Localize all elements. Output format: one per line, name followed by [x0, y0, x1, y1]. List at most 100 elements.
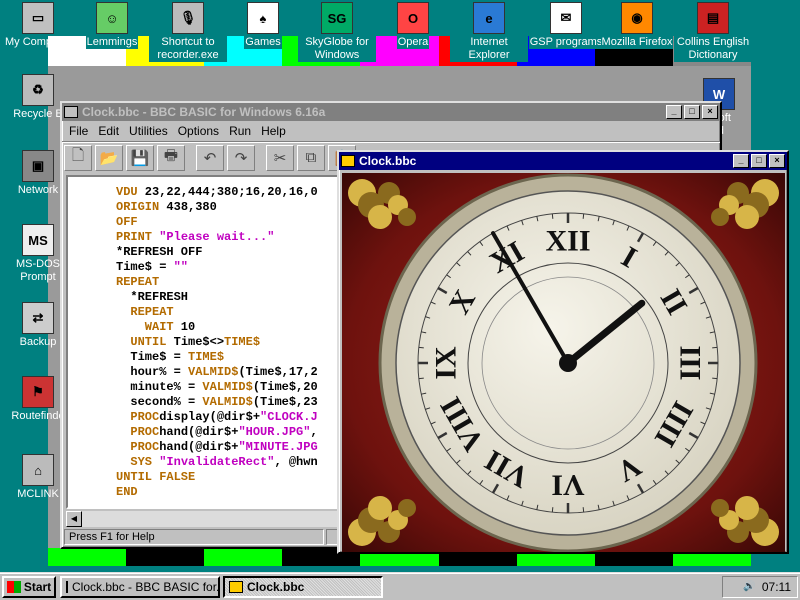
new-button[interactable]: 🗋 [64, 144, 92, 171]
mclink-icon: ⌂ [22, 454, 54, 486]
code-token: REPEAT [116, 305, 174, 319]
menu-edit[interactable]: Edit [93, 124, 124, 138]
menu-file[interactable]: File [64, 124, 93, 138]
minute-tick [712, 377, 718, 380]
minimize-button[interactable]: _ [733, 154, 749, 168]
code-line: ORIGIN 438,380 [116, 200, 318, 215]
desktop-icon-gsp[interactable]: ✉ GSP programs [527, 2, 605, 49]
desktop-icon-skyglobe[interactable]: SG SkyGlobe for Windows [298, 2, 376, 62]
desktop-icon-opera[interactable]: O Opera [374, 2, 452, 49]
menu-help[interactable]: Help [256, 124, 291, 138]
code-line: SYS "InvalidateRect", @hwn [116, 455, 318, 470]
desktop-icon-label: Internet Explorer [450, 36, 528, 62]
desktop-icon-lemmings[interactable]: ☺ Lemmings [73, 2, 151, 49]
tray-clock[interactable]: 07:11 [762, 580, 791, 594]
menu-utilities[interactable]: Utilities [124, 124, 173, 138]
clock-window[interactable]: Clock.bbc _ □ × XII I II III IIII V VI V… [337, 150, 789, 554]
code-token: PROC [116, 440, 160, 454]
minute-tick [582, 507, 585, 513]
brass-ornament [735, 205, 759, 229]
taskbar: Start Clock.bbc - BBC BASIC for... Clock… [0, 572, 800, 600]
save-button[interactable]: 💾 [126, 144, 154, 171]
task-button-clock[interactable]: Clock.bbc [223, 575, 383, 598]
code-line: PROCdisplay(@dir$+"CLOCK.J [116, 410, 317, 425]
desktop-icon-dictionary[interactable]: ▤ Collins English Dictionary [674, 2, 752, 62]
code-token: "" [173, 260, 189, 274]
redo-button[interactable]: ↷ [227, 144, 255, 171]
code-line: VDU 23,22,444;380;16,20,16,0 [116, 185, 318, 200]
new-icon: 🗋 [71, 147, 85, 164]
desktop-icon-computer[interactable]: ▭ My Computer [0, 2, 77, 49]
desktop-icon-label: Shortcut to recorder.exe [149, 36, 227, 62]
bbc-basic-title-bar[interactable]: Clock.bbc - BBC BASIC for Windows 6.16a … [62, 103, 720, 121]
code-token: , [310, 425, 318, 439]
code-token: REPEAT [116, 275, 160, 289]
desktop-icon-internet-explorer[interactable]: e Internet Explorer [450, 2, 528, 62]
copy-button[interactable]: ⧉ [297, 144, 325, 171]
code-line: Time$ = "" [116, 260, 318, 275]
brass-ornament [398, 208, 416, 226]
code-token: UNTIL FALSE [116, 470, 196, 484]
msdos-icon: MS [22, 224, 54, 256]
code-token: VDU [116, 185, 138, 199]
code-token: *REFRESH OFF [116, 245, 203, 259]
windows-logo-icon [6, 580, 21, 593]
save-icon: 💾 [130, 149, 150, 167]
code-line: Time$ = TIME$ [116, 350, 318, 365]
code-token: PROC [116, 410, 160, 424]
menu-options[interactable]: Options [173, 124, 224, 138]
code-token: "HOUR.JPG" [238, 425, 311, 439]
code-token: SYS [116, 455, 160, 469]
undo-button[interactable]: ↶ [196, 144, 224, 171]
code-token: ORIGIN [116, 200, 160, 214]
code-token: 23,22,444;380;16,20,16,0 [137, 185, 318, 199]
desktop-icon-label: Recycle B [13, 108, 63, 120]
program-listing: VDU 23,22,444;380;16,20,16,0 ORIGIN 438,3… [116, 185, 318, 500]
code-line: second% = VALMID$(Time$,23 [116, 395, 318, 410]
maximize-button[interactable]: □ [751, 154, 767, 168]
minute-tick [551, 213, 554, 219]
code-token: TIME$ [224, 335, 261, 349]
close-button[interactable]: × [769, 154, 785, 168]
start-button[interactable]: Start [2, 575, 56, 598]
code-token: *REFRESH [116, 290, 189, 304]
desktop-icon-cards[interactable]: ♠ Games [224, 2, 302, 49]
code-line: PRINT "Please wait..." [116, 230, 318, 245]
brass-ornament [711, 499, 729, 517]
hand-hub [559, 354, 577, 372]
code-token: UNTIL [116, 335, 167, 349]
print-button[interactable]: 🖶 [157, 144, 185, 171]
desktop-icon-microphone[interactable]: 🎙 Shortcut to recorder.exe [149, 2, 227, 62]
desktop-icon-label: Games [244, 36, 282, 49]
clock-app-icon [341, 155, 355, 167]
code-token: minute% = [116, 380, 203, 394]
close-button[interactable]: × [702, 105, 718, 119]
code-token: , @hwn [274, 455, 318, 469]
code-token: hour% = [116, 365, 189, 379]
code-token: display(@dir$+ [159, 410, 261, 424]
minimize-button[interactable]: _ [666, 105, 682, 119]
code-token: "InvalidateRect" [159, 455, 275, 469]
desktop-icon-firefox[interactable]: ◉ Mozilla Firefox [598, 2, 676, 49]
scroll-left-icon[interactable]: ◀ [66, 511, 82, 527]
code-line: PROChand(@dir$+"HOUR.JPG", [116, 425, 318, 440]
code-token: (Time$,23 [252, 395, 318, 409]
cut-button[interactable]: ✂ [266, 144, 294, 171]
speaker-icon[interactable]: 🔊 [743, 581, 755, 592]
code-line: END [116, 485, 318, 500]
code-token: hand(@dir$+ [159, 425, 239, 439]
numeral: IX [430, 346, 463, 380]
code-token: PROC [116, 425, 160, 439]
status-text: Press F1 for Help [64, 529, 324, 545]
open-button[interactable]: 📂 [95, 144, 123, 171]
code-line: hour% = VALMID$(Time$,17,2 [116, 365, 317, 380]
minute-tick [418, 377, 424, 380]
code-line: UNTIL FALSE [116, 470, 318, 485]
bbc-menu-bar: File Edit Utilities Options Run Help [62, 121, 720, 141]
code-line: OFF [116, 215, 318, 230]
task-button-bbc-basic[interactable]: Clock.bbc - BBC BASIC for... [60, 575, 220, 598]
menu-run[interactable]: Run [224, 124, 256, 138]
code-line: PROChand(@dir$+"MINUTE.JPG [116, 440, 317, 455]
clock-title-bar[interactable]: Clock.bbc _ □ × [339, 152, 787, 170]
maximize-button[interactable]: □ [684, 105, 700, 119]
